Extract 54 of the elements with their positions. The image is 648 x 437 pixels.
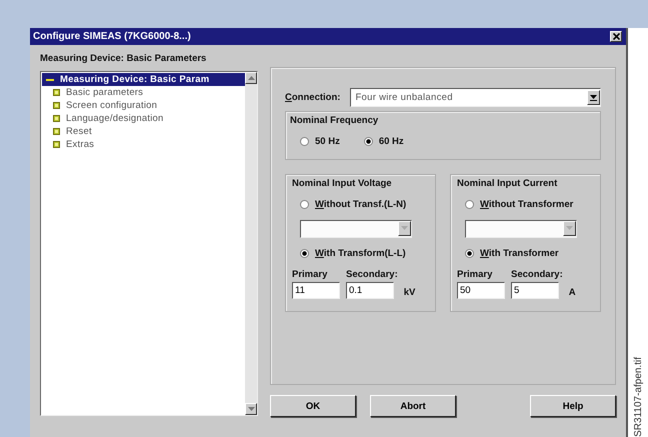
- primary-input[interactable]: 11: [292, 282, 340, 299]
- dropdown-arrow-icon: [590, 94, 597, 100]
- leaf-square-icon: [53, 102, 60, 109]
- dialog-button[interactable]: Help: [530, 395, 616, 417]
- tree-item[interactable]: Reset: [42, 125, 245, 138]
- tree-item[interactable]: Measuring Device: Basic Param: [42, 73, 245, 86]
- scroll-down-button[interactable]: [245, 403, 257, 415]
- primary-label: Primary: [457, 269, 494, 280]
- group-title: Nominal Input Voltage: [292, 178, 393, 189]
- radio-option[interactable]: With Transformer: [457, 248, 594, 259]
- radio-option[interactable]: Without Transf.(L-N): [292, 199, 429, 210]
- radio-option[interactable]: Without Transformer: [457, 199, 594, 210]
- radio-button[interactable]: [300, 137, 309, 146]
- file-caption: SR31107-afpen.tif: [632, 357, 644, 437]
- dialog-button[interactable]: OK: [270, 395, 356, 417]
- radio-option[interactable]: 50 Hz: [300, 136, 340, 147]
- dropdown-arrow-icon: [401, 226, 408, 232]
- close-button[interactable]: [610, 31, 622, 42]
- scroll-up-button[interactable]: [245, 72, 257, 84]
- leaf-square-icon: [53, 128, 60, 135]
- down-arrow-icon: [248, 407, 254, 411]
- tree-item[interactable]: Basic parameters: [42, 86, 245, 99]
- window-title: Configure SIMEAS (7KG6000-8...): [33, 31, 191, 42]
- up-arrow-icon: [248, 76, 254, 80]
- radio-button[interactable]: [465, 249, 474, 258]
- connection-dropdown[interactable]: Four wire unbalanced: [350, 88, 601, 107]
- tree-item[interactable]: Extras: [42, 138, 245, 151]
- dialog-button[interactable]: Abort: [370, 395, 456, 417]
- secondary-label: Secondary:: [346, 269, 398, 280]
- primary-label: Primary: [292, 269, 328, 280]
- secondary-label: Secondary:: [511, 269, 563, 280]
- radio-button[interactable]: [364, 137, 373, 146]
- scrollbar[interactable]: [245, 72, 257, 415]
- primary-input[interactable]: 50: [457, 282, 505, 299]
- radio-button[interactable]: [300, 200, 309, 209]
- unit-label: A: [568, 287, 576, 299]
- secondary-input[interactable]: 5: [511, 282, 559, 299]
- radio-option[interactable]: 60 Hz: [364, 136, 404, 147]
- radio-button[interactable]: [300, 249, 309, 258]
- close-icon: [612, 33, 620, 40]
- secondary-input[interactable]: 0.1: [346, 282, 394, 299]
- radio-option[interactable]: With Transform(L-L): [292, 248, 429, 259]
- leaf-square-icon: [53, 141, 60, 148]
- leaf-square-icon: [53, 89, 60, 96]
- group-title: Nominal Frequency: [290, 115, 380, 126]
- tree-item[interactable]: Screen configuration: [42, 99, 245, 112]
- tree-item[interactable]: Language/designation: [42, 112, 245, 125]
- group-title: Nominal Input Current: [457, 178, 558, 189]
- connection-label: Connection:: [285, 92, 340, 103]
- dropdown-arrow-icon: [566, 226, 573, 232]
- leaf-square-icon: [53, 115, 60, 122]
- radio-button[interactable]: [465, 200, 474, 209]
- unit-label: kV: [404, 287, 416, 299]
- section-heading: Measuring Device: Basic Parameters: [40, 53, 208, 64]
